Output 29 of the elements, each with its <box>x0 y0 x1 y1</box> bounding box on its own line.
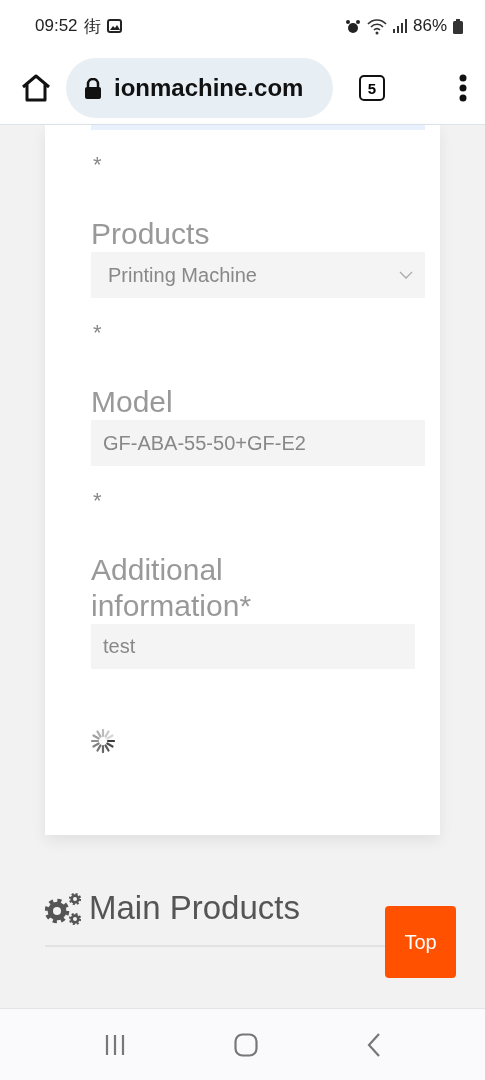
address-bar[interactable]: ionmachine.com <box>66 58 333 118</box>
clock-time: 09:52 <box>35 16 78 36</box>
home-icon[interactable] <box>20 73 52 103</box>
image-icon <box>106 19 122 33</box>
lock-icon <box>84 77 102 99</box>
input-field[interactable] <box>91 125 425 130</box>
section-title: Main Products <box>89 889 300 927</box>
field-label: Model <box>91 384 174 420</box>
back-icon[interactable] <box>366 1032 381 1057</box>
field-label: Additional information* <box>91 552 253 624</box>
loading-spinner-icon <box>91 729 115 753</box>
required-mark: * <box>93 320 103 344</box>
required-mark: * <box>93 488 103 512</box>
wifi-icon <box>366 17 387 35</box>
select-field[interactable]: Printing Machine <box>91 252 425 298</box>
battery-icon <box>453 18 463 34</box>
notification-glyph: 街 <box>83 15 101 38</box>
required-mark: * <box>93 152 103 176</box>
recent-apps-icon[interactable] <box>104 1032 125 1057</box>
text-area[interactable]: test <box>91 624 415 669</box>
input-field[interactable]: GF-ABA-55-50+GF-E2 <box>91 420 425 466</box>
battery-percent: 86% <box>412 16 447 36</box>
menu-icon[interactable] <box>459 74 467 102</box>
signal-icon <box>392 19 407 33</box>
field-label: Products <box>91 216 211 252</box>
chevron-down-icon <box>399 271 413 279</box>
tab-count[interactable]: 5 <box>359 75 385 101</box>
back-to-top-button[interactable]: Top <box>385 906 456 978</box>
gears-icon <box>45 891 81 925</box>
